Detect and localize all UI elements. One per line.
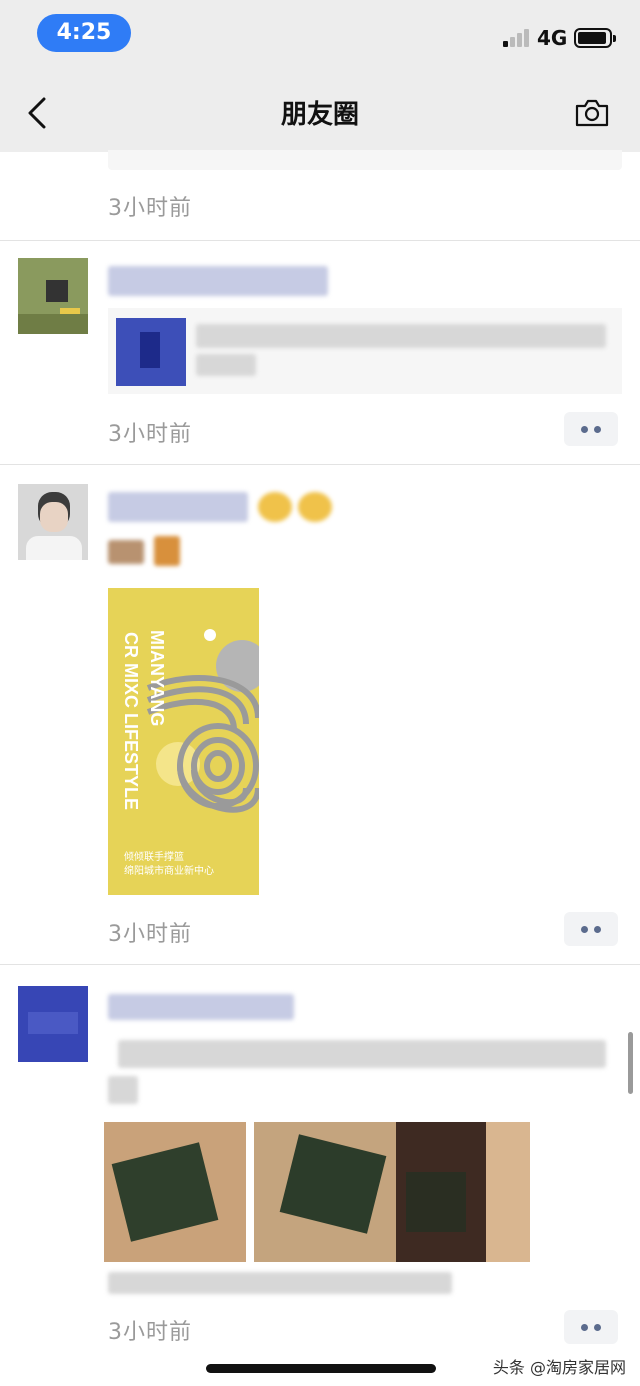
battery-icon [574, 28, 616, 48]
post-image-poster[interactable]: MIANYANG CR MIXC LIFESTYLE 倾倾联手撑篮 绵阳城市商业… [108, 588, 259, 895]
camera-icon[interactable] [574, 98, 610, 128]
scrollbar[interactable] [628, 1032, 633, 1094]
poster-title: MIANYANG [147, 630, 167, 727]
user-name-blurred[interactable] [108, 994, 294, 1020]
emoji-icon [298, 492, 332, 522]
more-actions-button[interactable] [564, 412, 618, 446]
page-title: 朋友圈 [280, 100, 359, 130]
user-name-blurred[interactable] [108, 266, 328, 296]
location-blurred[interactable] [108, 1272, 452, 1294]
network-type: 4G [537, 26, 568, 50]
divider [0, 964, 640, 965]
post-photo[interactable] [396, 1122, 530, 1262]
poster-caption: 倾倾联手撑篮 [124, 852, 184, 863]
emoji-icon [154, 536, 180, 566]
avatar[interactable] [18, 484, 88, 560]
avatar[interactable] [18, 986, 88, 1062]
link-title-blurred [196, 324, 606, 348]
post-time: 3小时前 [108, 922, 192, 947]
link-thumbnail [116, 318, 186, 386]
more-actions-button[interactable] [564, 912, 618, 946]
user-name-blurred[interactable] [108, 492, 248, 522]
signal-icon [503, 29, 531, 47]
watermark: 头条 @淘房家居网 [492, 1358, 626, 1377]
post-text-blurred [108, 1076, 138, 1104]
emoji-icon [108, 540, 144, 564]
post-text-blurred [118, 1040, 606, 1068]
more-actions-button[interactable] [564, 1310, 618, 1344]
link-title-blurred [196, 354, 256, 376]
post-time: 3小时前 [108, 422, 192, 447]
avatar[interactable] [18, 258, 88, 334]
poster-caption: 绵阳城市商业新中心 [124, 866, 214, 877]
moments-page: 4:25 4G 朋友圈 3小时前 3小时前 MIANYANG CR MIXC L… [0, 0, 640, 1386]
emoji-icon [258, 492, 292, 522]
link-card[interactable] [108, 308, 622, 394]
top-bar: 4:25 4G 朋友圈 [0, 0, 640, 152]
post-photo[interactable] [104, 1122, 246, 1262]
divider [0, 240, 640, 241]
poster-subtitle: CR MIXC LIFESTYLE [121, 632, 141, 811]
post-time: 3小时前 [108, 1320, 192, 1345]
post-content-tail [108, 150, 622, 170]
post-time: 3小时前 [108, 196, 192, 221]
divider [0, 464, 640, 465]
home-indicator[interactable] [206, 1364, 436, 1373]
status-time: 4:25 [37, 14, 131, 52]
post-photo[interactable] [254, 1122, 396, 1262]
